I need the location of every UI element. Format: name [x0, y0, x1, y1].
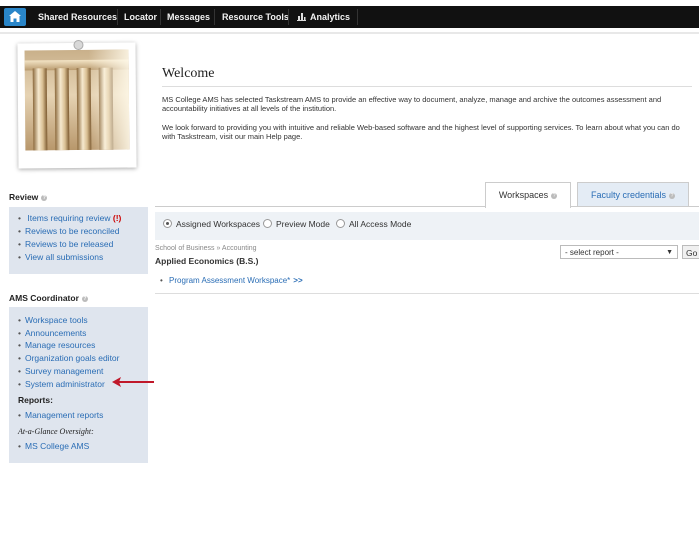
- link-organization-goals-editor[interactable]: Organization goals editor: [18, 353, 120, 363]
- report-select[interactable]: - select report - ▼: [560, 245, 678, 259]
- expand-link[interactable]: >>: [293, 276, 302, 285]
- dropdown-caret-icon: ▼: [666, 249, 673, 256]
- nav-divider: [214, 9, 215, 25]
- radio-all-access-mode[interactable]: All Access Mode: [336, 219, 411, 229]
- info-icon: ?: [669, 193, 676, 199]
- link-manage-resources[interactable]: Manage resources: [18, 340, 95, 350]
- workspace-link[interactable]: Program Assessment Workspace*: [169, 276, 290, 285]
- info-icon: ?: [551, 193, 558, 199]
- coordinator-heading-label: AMS Coordinator: [9, 293, 79, 303]
- workspace-list-item[interactable]: Program Assessment Workspace*>>: [160, 276, 303, 285]
- top-navigation-bar: Shared Resources Locator Messages Resour…: [0, 6, 699, 28]
- info-icon[interactable]: ?: [41, 195, 48, 201]
- report-select-value: - select report -: [565, 248, 619, 257]
- radio-assigned-workspaces[interactable]: Assigned Workspaces: [163, 219, 260, 229]
- alert-flag: (!): [112, 213, 122, 223]
- page-title: Welcome: [162, 66, 215, 81]
- nav-analytics-label: Analytics: [310, 12, 351, 22]
- header-shadow: [0, 32, 699, 34]
- nav-shared-resources[interactable]: Shared Resources: [38, 6, 117, 28]
- review-heading-label: Review: [9, 192, 39, 202]
- columns-image: [24, 49, 130, 151]
- go-button[interactable]: Go: [682, 245, 699, 259]
- tab-faculty-label: Faculty credentials: [590, 190, 667, 200]
- link-system-administrator[interactable]: System administrator: [18, 379, 105, 389]
- columns-photo: [17, 39, 137, 169]
- radio-icon: [336, 219, 345, 228]
- link-reviews-to-be-reconciled[interactable]: Reviews to be reconciled: [18, 226, 120, 236]
- radio-selected-icon: [163, 219, 172, 228]
- welcome-paragraph-2: We look forward to providing you with in…: [162, 123, 680, 141]
- link-ms-college-ams[interactable]: MS College AMS: [18, 441, 89, 451]
- link-label: Items requiring review: [27, 213, 111, 223]
- nav-divider: [117, 9, 118, 25]
- tab-workspaces[interactable]: Workspaces?: [485, 182, 571, 208]
- bar-chart-icon: [297, 13, 306, 21]
- coordinator-heading: AMS Coordinator?: [9, 293, 88, 303]
- radio-icon: [263, 219, 272, 228]
- program-title: Applied Economics (B.S.): [155, 256, 259, 266]
- oversight-label: At-a-Glance Oversight:: [18, 427, 94, 436]
- review-heading: Review?: [9, 192, 48, 202]
- nav-analytics[interactable]: Analytics: [297, 6, 350, 28]
- panel-divider: [155, 293, 699, 294]
- info-icon[interactable]: ?: [81, 296, 88, 302]
- tab-workspaces-label: Workspaces: [498, 190, 549, 200]
- home-button[interactable]: [4, 8, 26, 26]
- radio-label: Assigned Workspaces: [176, 219, 260, 229]
- welcome-paragraph-1: MS College AMS has selected Taskstream A…: [162, 95, 662, 113]
- title-divider: [162, 86, 692, 87]
- nav-divider: [288, 9, 289, 25]
- radio-label: Preview Mode: [276, 219, 330, 229]
- link-items-requiring-review[interactable]: Items requiring review (!): [18, 213, 121, 223]
- nav-resource-tools[interactable]: Resource Tools: [222, 6, 289, 28]
- link-workspace-tools[interactable]: Workspace tools: [18, 315, 88, 325]
- breadcrumb: School of Business » Accounting: [155, 245, 257, 252]
- tab-faculty-credentials[interactable]: Faculty credentials?: [577, 182, 689, 207]
- link-reviews-to-be-released[interactable]: Reviews to be released: [18, 239, 113, 249]
- nav-divider: [160, 9, 161, 25]
- nav-messages[interactable]: Messages: [167, 6, 210, 28]
- pin-icon: [73, 39, 84, 51]
- reports-label: Reports:: [18, 395, 53, 405]
- link-announcements[interactable]: Announcements: [18, 328, 86, 338]
- link-management-reports[interactable]: Management reports: [18, 410, 103, 420]
- nav-locator[interactable]: Locator: [124, 6, 157, 28]
- nav-divider: [357, 9, 358, 25]
- radio-label: All Access Mode: [349, 219, 412, 229]
- red-arrow-icon: [112, 377, 154, 387]
- radio-preview-mode[interactable]: Preview Mode: [263, 219, 330, 229]
- link-view-all-submissions[interactable]: View all submissions: [18, 252, 103, 262]
- home-icon: [9, 11, 21, 22]
- link-survey-management[interactable]: Survey management: [18, 366, 103, 376]
